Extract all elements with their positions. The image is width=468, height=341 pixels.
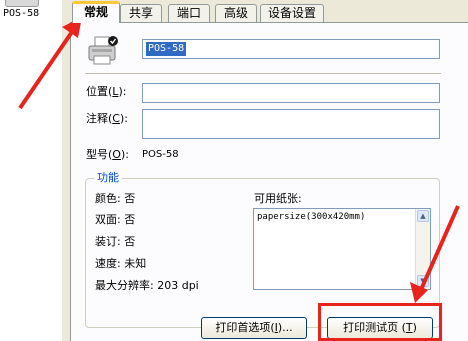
arrow-icon	[410, 205, 460, 303]
arrow-icon	[18, 17, 82, 110]
tab-general[interactable]: 常规	[72, 1, 120, 23]
annotation-arrows	[18, 17, 460, 303]
